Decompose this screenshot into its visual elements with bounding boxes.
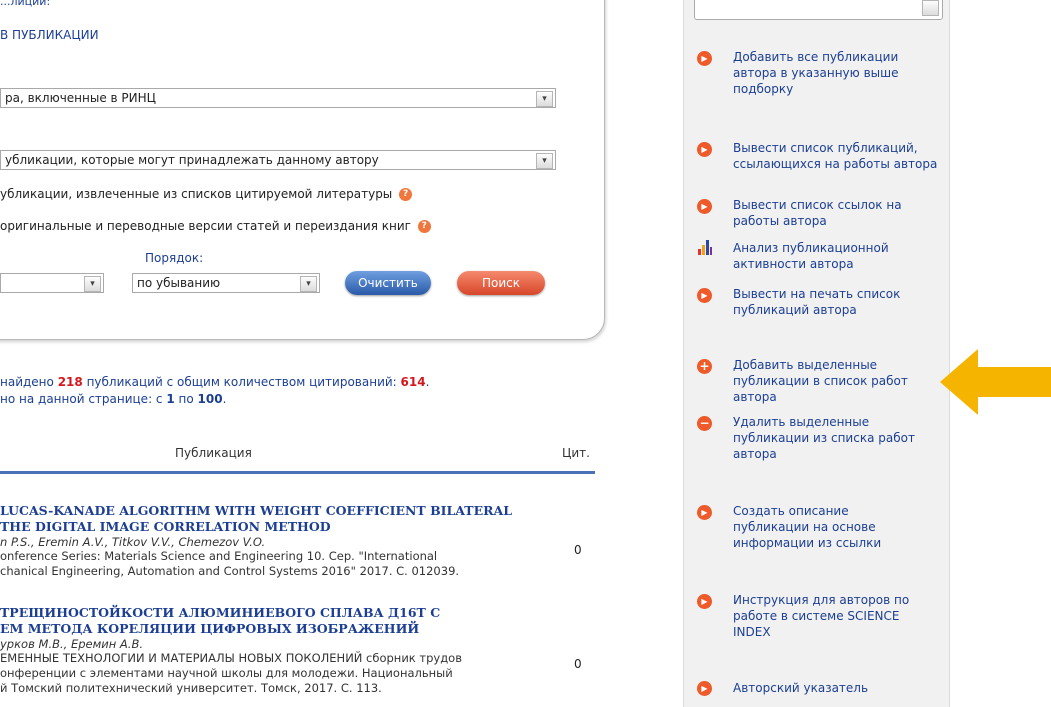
sidebar-item-add-all[interactable]: Добавить все публикации автора в указанн… bbox=[733, 49, 943, 97]
sort-field-select[interactable]: ▾ bbox=[0, 273, 104, 293]
sidebar-item-instructions[interactable]: Инструкция для авторов по работе в систе… bbox=[733, 592, 938, 640]
chevron-down-icon: ▾ bbox=[536, 91, 553, 107]
table-header-divider bbox=[0, 471, 595, 474]
chevron-down-icon: ▾ bbox=[536, 153, 553, 169]
column-header-publication[interactable]: Публикация bbox=[175, 446, 252, 460]
clear-button[interactable]: Очистить bbox=[345, 271, 431, 295]
publication-authors: урков М.В., Еремин А.В. bbox=[0, 637, 143, 651]
order-select-value: по убыванию bbox=[137, 276, 221, 290]
publication-title-line[interactable]: ТРЕЩИНОСТОЙКОСТИ АЛЮМИНИЕВОГО СПЛАВА Д16… bbox=[0, 605, 560, 621]
sidebar-item-create-description[interactable]: Создать описание публикации на основе ин… bbox=[733, 503, 913, 551]
publication-title-line[interactable]: ЕМ МЕТОДА КОРЕЛЯЦИИ ЦИФРОВЫХ ИЗОБРАЖЕНИЙ bbox=[0, 621, 560, 637]
chevron-down-icon: ▾ bbox=[84, 276, 101, 292]
publication-source-line: й Томский политехнический университет. Т… bbox=[0, 681, 382, 695]
sidebar-item-citing-list[interactable]: Вывести список публикаций, ссылающихся н… bbox=[733, 140, 938, 172]
publication-title-line[interactable]: LUCAS-KANADE ALGORITHM WITH WEIGHT COEFF… bbox=[0, 503, 560, 519]
check-versions-row[interactable]: оригинальные и переводные версии статей … bbox=[0, 219, 431, 233]
sidebar-item-analysis[interactable]: Анализ публикационной активности автора bbox=[733, 240, 928, 272]
minus-circle-icon: − bbox=[697, 416, 712, 431]
publication-authors: n P.S., Eremin A.V., Titkov V.V., Chemez… bbox=[0, 535, 266, 549]
publication-source-line: onference Series: Materials Science and … bbox=[0, 549, 438, 563]
partial-label: ...лиции: bbox=[0, 0, 51, 8]
play-circle-icon: ▶ bbox=[697, 288, 712, 303]
publication-source-line: chanical Engineering, Automation and Con… bbox=[0, 564, 460, 578]
cited-count: 0 bbox=[574, 543, 582, 557]
chevron-down-icon: ▾ bbox=[300, 276, 317, 292]
results-summary-line2: но на данной странице: с 1 по 100. bbox=[0, 392, 227, 406]
help-icon[interactable]: ? bbox=[399, 188, 413, 201]
check-versions-label: оригинальные и переводные версии статей … bbox=[0, 219, 411, 233]
column-header-cited[interactable]: Цит. bbox=[562, 446, 590, 460]
results-summary-line1: найдено 218 публикаций с общим количеств… bbox=[0, 375, 430, 389]
order-select[interactable]: по убыванию ▾ bbox=[132, 273, 320, 293]
table-row: ТРЕЩИНОСТОЙКОСТИ АЛЮМИНИЕВОГО СПЛАВА Д16… bbox=[0, 605, 560, 696]
in-publications-label: в публикации bbox=[0, 28, 99, 42]
range-from: 1 bbox=[166, 392, 175, 406]
table-row: LUCAS-KANADE ALGORITHM WITH WEIGHT COEFF… bbox=[0, 503, 560, 579]
bar-chart-icon bbox=[697, 239, 713, 255]
filter-select-value: ра, включенные в РИНЦ bbox=[5, 91, 156, 105]
range-to: 100 bbox=[197, 392, 223, 406]
help-icon[interactable]: ? bbox=[417, 220, 431, 233]
sidebar-item-references-list[interactable]: Вывести список ссылок на работы автора bbox=[733, 197, 928, 229]
sidebar-item-author-index[interactable]: Авторский указатель bbox=[733, 680, 938, 696]
collection-select[interactable] bbox=[694, 0, 943, 20]
play-circle-icon: ▶ bbox=[697, 142, 712, 157]
publication-title-line[interactable]: THE DIGITAL IMAGE CORRELATION METHOD bbox=[0, 519, 560, 535]
cited-count: 0 bbox=[574, 657, 582, 671]
search-button[interactable]: Поиск bbox=[457, 271, 545, 295]
publication-source-line: онференции с элементами научной школы дл… bbox=[0, 666, 453, 680]
plus-circle-icon: + bbox=[697, 359, 712, 374]
annotation-arrow-icon bbox=[940, 349, 1051, 415]
play-circle-icon: ▶ bbox=[697, 505, 712, 520]
citations-total: 614 bbox=[400, 375, 426, 389]
filter-select[interactable]: ра, включенные в РИНЦ ▾ bbox=[0, 88, 556, 108]
check-citations-row[interactable]: убликации, извлеченные из списков цитиру… bbox=[0, 187, 413, 201]
sidebar-item-remove-selected[interactable]: Удалить выделенные публикации из списка … bbox=[733, 414, 938, 462]
publications-select[interactable]: убликации, которые могут принадлежать да… bbox=[0, 150, 556, 170]
order-label: Порядок: bbox=[145, 251, 204, 265]
play-circle-icon: ▶ bbox=[697, 51, 712, 66]
play-circle-icon: ▶ bbox=[697, 594, 712, 609]
publication-source-line: ЕМЕННЫЕ ТЕХНОЛОГИИ И МАТЕРИАЛЫ НОВЫХ ПОК… bbox=[0, 651, 462, 665]
sidebar-item-add-selected[interactable]: Добавить выделенные публикации в список … bbox=[733, 357, 938, 405]
sidebar-item-print[interactable]: Вывести на печать список публикаций авто… bbox=[733, 286, 928, 318]
publications-select-value: убликации, которые могут принадлежать да… bbox=[5, 153, 379, 167]
chevron-down-icon bbox=[922, 0, 939, 16]
check-citations-label: убликации, извлеченные из списков цитиру… bbox=[0, 187, 393, 201]
play-circle-icon: ▶ bbox=[697, 199, 712, 214]
play-circle-icon: ▶ bbox=[697, 681, 712, 696]
found-count: 218 bbox=[57, 375, 83, 389]
